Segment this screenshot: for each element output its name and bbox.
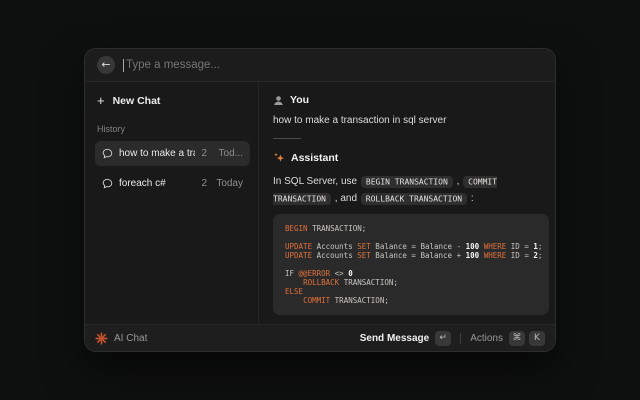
message-input-bar: ← Type a message... [85,49,555,82]
back-button[interactable]: ← [97,56,115,74]
inline-code: ROLLBACK TRANSACTION [361,193,467,205]
return-key-badge: ↵ [435,331,451,346]
app-name: AI Chat [114,333,147,344]
code-line: UPDATE Accounts SET Balance = Balance - … [285,242,537,251]
text-caret [123,59,124,72]
sparkles-icon [273,152,285,164]
text-segment: , and [332,193,360,204]
assistant-message-header: Assistant [273,152,547,164]
command-key-badge: ⌘ [509,331,525,346]
plus-icon: + [97,96,105,106]
ai-chat-window: ← Type a message... + New Chat History h… [84,48,556,352]
history-item-count: 2 [201,148,207,159]
text-segment: In SQL Server, use [273,176,360,187]
message-divider [273,138,301,139]
history-item-date: Today [213,178,243,189]
message-input[interactable]: Type a message... [126,59,220,71]
k-key-badge: K [529,331,545,346]
code-line: IF @@ERROR <> 0 [285,269,537,278]
footer-bar: AI Chat Send Message ↵ Actions ⌘ K [85,324,555,351]
chat-panel: You how to make a transaction in sql ser… [259,82,555,324]
actions-button[interactable]: Actions [470,333,503,344]
history-list: how to make a transa... 2 Tod... foreach… [95,141,250,201]
user-message: how to make a transaction in sql server [273,115,547,126]
chat-bubble-icon [102,178,113,189]
text-segment: , [454,176,462,187]
new-chat-label: New Chat [113,95,161,107]
sidebar: + New Chat History how to make a transa.… [85,82,259,324]
code-line [285,233,537,242]
history-item-date: Tod... [213,148,243,159]
code-block: BEGIN TRANSACTION; UPDATE Accounts SET B… [273,214,549,315]
history-item[interactable]: foreach c# 2 Today [95,171,250,196]
inline-code: BEGIN TRANSACTION [361,176,453,188]
back-arrow-icon: ← [101,56,110,74]
send-message-button[interactable]: Send Message [360,333,429,344]
footer-divider [460,333,461,344]
history-item-title: foreach c# [119,178,195,189]
text-segment: : [468,193,474,204]
app-logo-icon [95,332,108,345]
code-line: COMMIT TRANSACTION; [285,296,537,305]
code-line: ROLLBACK TRANSACTION; [285,278,537,287]
new-chat-button[interactable]: + New Chat [95,92,250,110]
person-icon [273,95,284,106]
user-message-header: You [273,94,547,106]
code-line: BEGIN TRANSACTION; [285,224,537,233]
code-line: UPDATE Accounts SET Balance = Balance + … [285,251,537,260]
chat-bubble-icon [102,148,113,159]
history-item-title: how to make a transa... [119,148,195,159]
code-line [285,260,537,269]
history-item[interactable]: how to make a transa... 2 Tod... [95,141,250,166]
assistant-intro: In SQL Server, use BEGIN TRANSACTION , C… [273,173,551,207]
code-line: ELSE [285,287,537,296]
history-section-label: History [97,124,250,134]
user-name: You [290,94,309,106]
history-item-count: 2 [201,178,207,189]
assistant-name: Assistant [291,152,338,164]
